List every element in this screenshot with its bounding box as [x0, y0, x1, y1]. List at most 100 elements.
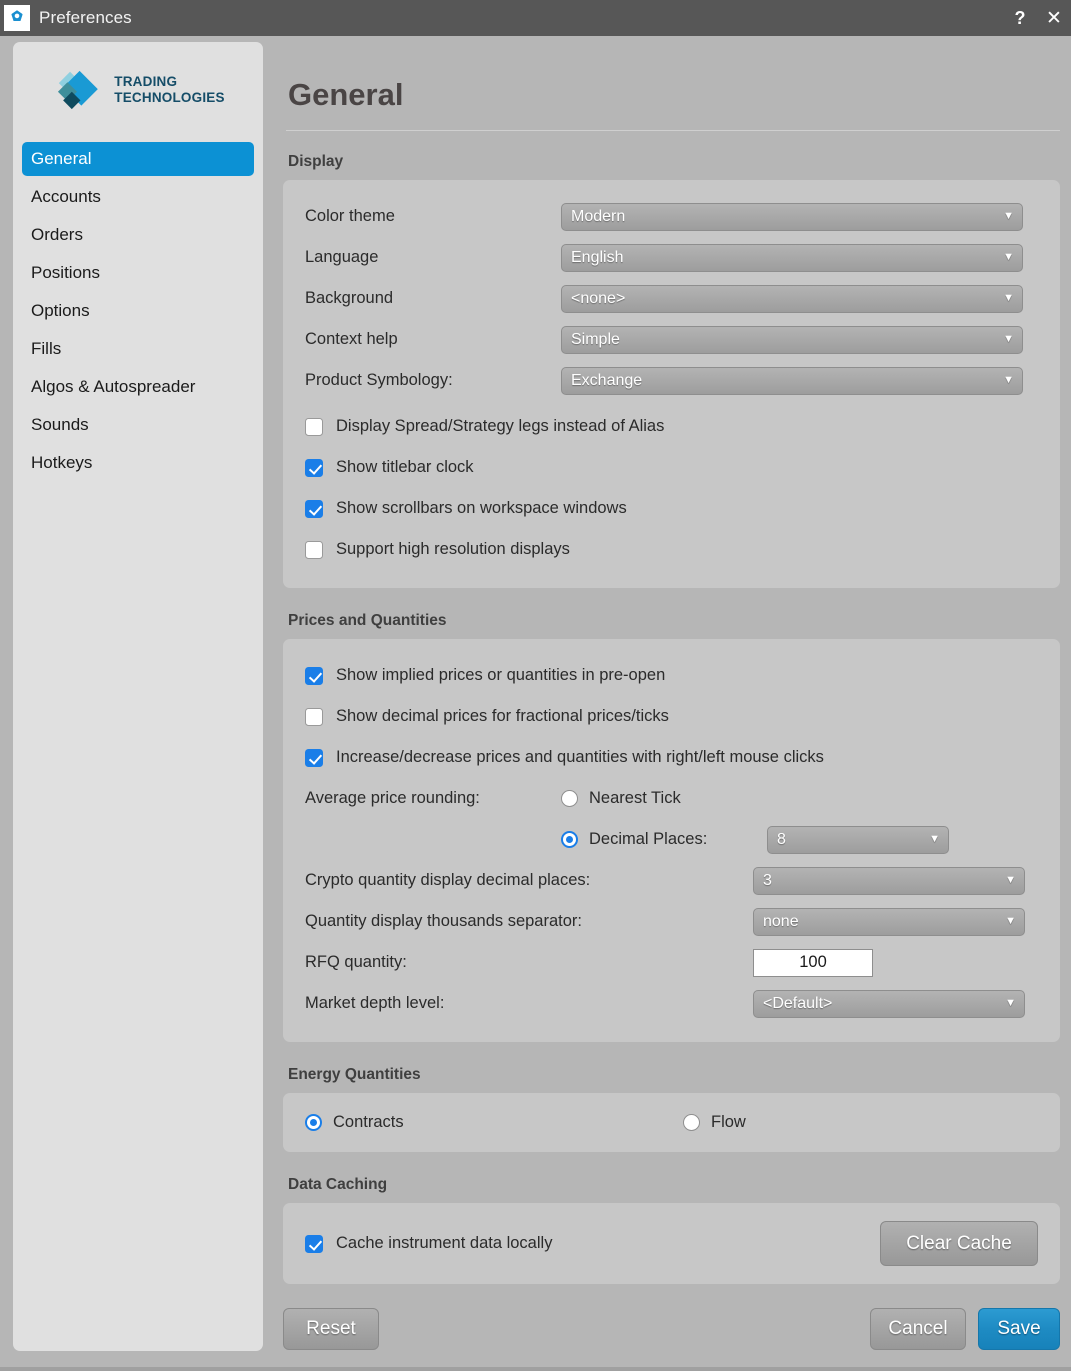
help-button[interactable]: ?: [1003, 0, 1037, 36]
sidebar-item-hotkeys[interactable]: Hotkeys: [22, 446, 254, 480]
radio-box[interactable]: [561, 831, 578, 848]
sidebar-item-options[interactable]: Options: [22, 294, 254, 328]
field-thousands-separator: Quantity display thousands separator: no…: [305, 901, 1038, 942]
checkbox-display-spread-legs[interactable]: Display Spread/Strategy legs instead of …: [305, 406, 1038, 447]
sidebar-item-label: Algos & Autospreader: [31, 377, 196, 396]
chevron-down-icon: ▼: [929, 833, 940, 845]
radio-label: Nearest Tick: [589, 789, 681, 807]
panel-display: Color theme Modern ▼ Language English ▼ …: [283, 180, 1060, 588]
field-language: Language English ▼: [305, 237, 1038, 278]
field-label: Average price rounding:: [305, 789, 480, 807]
radio-box[interactable]: [561, 790, 578, 807]
market-depth-level-dropdown[interactable]: <Default> ▼: [753, 989, 1025, 1018]
sidebar-item-orders[interactable]: Orders: [22, 218, 254, 252]
sidebar-item-label: Fills: [31, 339, 62, 358]
checkbox-high-resolution[interactable]: Support high resolution displays: [305, 529, 1038, 570]
sidebar-item-label: Sounds: [31, 415, 89, 434]
checkbox-box[interactable]: [305, 666, 323, 685]
field-rfq-quantity: RFQ quantity: 100: [305, 942, 1038, 983]
app-gear-icon: [4, 5, 30, 31]
checkbox-show-titlebar-clock[interactable]: Show titlebar clock: [305, 447, 1038, 488]
thousands-separator-dropdown[interactable]: none ▼: [753, 907, 1025, 936]
color-theme-dropdown[interactable]: Modern ▼: [561, 202, 1023, 231]
radio-box[interactable]: [305, 1114, 322, 1131]
product-symbology-dropdown[interactable]: Exchange ▼: [561, 366, 1023, 395]
save-button[interactable]: Save: [978, 1308, 1060, 1350]
dropdown-value: none: [763, 912, 799, 930]
dropdown-value: <Default>: [763, 994, 833, 1012]
checkbox-box[interactable]: [305, 417, 323, 436]
radio-nearest-tick[interactable]: Nearest Tick: [561, 789, 681, 808]
dropdown-value: Simple: [571, 330, 620, 348]
checkbox-show-implied-prices[interactable]: Show implied prices or quantities in pre…: [305, 655, 1038, 696]
panel-prices-quantities: Show implied prices or quantities in pre…: [283, 639, 1060, 1042]
checkbox-box[interactable]: [305, 707, 323, 726]
radio-label: Contracts: [333, 1113, 404, 1131]
language-dropdown[interactable]: English ▼: [561, 243, 1023, 272]
sidebar-item-algos[interactable]: Algos & Autospreader: [22, 370, 254, 404]
checkbox-show-decimal-prices[interactable]: Show decimal prices for fractional price…: [305, 696, 1038, 737]
checkbox-label: Display Spread/Strategy legs instead of …: [336, 417, 665, 435]
sidebar-item-general[interactable]: General: [22, 142, 254, 176]
checkbox-cache-instrument-data[interactable]: Cache instrument data locally: [305, 1223, 552, 1264]
field-label: Context help: [305, 330, 398, 348]
section-heading-caching: Data Caching: [288, 1176, 388, 1193]
checkbox-label: Increase/decrease prices and quantities …: [336, 748, 824, 766]
panel-energy-quantities: Contracts Flow: [283, 1093, 1060, 1152]
radio-label: Flow: [711, 1113, 746, 1131]
checkbox-box[interactable]: [305, 1234, 323, 1253]
crypto-decimal-places-dropdown[interactable]: 3 ▼: [753, 866, 1025, 895]
trading-technologies-logo-icon: [58, 70, 99, 110]
chevron-down-icon: ▼: [1003, 374, 1014, 386]
clear-cache-button[interactable]: Clear Cache: [880, 1221, 1038, 1266]
sidebar-item-positions[interactable]: Positions: [22, 256, 254, 290]
rfq-quantity-input[interactable]: 100: [753, 948, 873, 977]
sidebar-item-label: Options: [31, 301, 90, 320]
checkbox-label: Show scrollbars on workspace windows: [336, 499, 627, 517]
sidebar-item-label: Accounts: [31, 187, 101, 206]
sidebar-item-accounts[interactable]: Accounts: [22, 180, 254, 214]
brand-logo: TRADING TECHNOLOGIES: [13, 42, 263, 142]
field-product-symbology: Product Symbology: Exchange ▼: [305, 360, 1038, 401]
field-crypto-decimal-places: Crypto quantity display decimal places: …: [305, 860, 1038, 901]
decimal-places-dropdown[interactable]: 8 ▼: [767, 825, 949, 854]
chevron-down-icon: ▼: [1003, 292, 1014, 304]
sidebar-item-label: General: [31, 149, 92, 168]
cancel-button[interactable]: Cancel: [870, 1308, 966, 1350]
checkbox-box[interactable]: [305, 458, 323, 477]
radio-decimal-places[interactable]: Decimal Places:: [561, 830, 767, 849]
brand-line-2: TECHNOLOGIES: [114, 90, 225, 105]
checkbox-show-scrollbars[interactable]: Show scrollbars on workspace windows: [305, 488, 1038, 529]
chevron-down-icon: ▼: [1003, 210, 1014, 222]
reset-button[interactable]: Reset: [283, 1308, 379, 1350]
window-body: TRADING TECHNOLOGIES General Accounts Or…: [0, 36, 1071, 1371]
radio-label: Decimal Places:: [589, 830, 708, 848]
checkbox-box[interactable]: [305, 499, 323, 518]
checkbox-label: Support high resolution displays: [336, 540, 570, 558]
close-icon[interactable]: ✕: [1037, 0, 1071, 36]
field-label: Market depth level:: [305, 994, 445, 1012]
checkbox-box[interactable]: [305, 540, 323, 559]
window-titlebar: Preferences ? ✕: [0, 0, 1071, 36]
radio-flow[interactable]: Flow: [683, 1113, 746, 1132]
chevron-down-icon: ▼: [1003, 333, 1014, 345]
content-pane: General Display Color theme Modern ▼ Lan…: [275, 36, 1071, 1367]
sidebar-item-fills[interactable]: Fills: [22, 332, 254, 366]
field-average-price-rounding: Average price rounding: Nearest Tick: [305, 778, 1038, 819]
checkbox-increase-decrease-mouse[interactable]: Increase/decrease prices and quantities …: [305, 737, 1038, 778]
field-label: RFQ quantity:: [305, 953, 407, 971]
section-heading-prices: Prices and Quantities: [288, 612, 447, 629]
radio-box[interactable]: [683, 1114, 700, 1131]
window-controls: ? ✕: [1003, 0, 1071, 36]
sidebar-item-sounds[interactable]: Sounds: [22, 408, 254, 442]
field-label: Quantity display thousands separator:: [305, 912, 582, 930]
checkbox-box[interactable]: [305, 748, 323, 767]
dropdown-value: Modern: [571, 207, 626, 225]
sidebar: TRADING TECHNOLOGIES General Accounts Or…: [13, 42, 263, 1351]
background-dropdown[interactable]: <none> ▼: [561, 284, 1023, 313]
field-label: Color theme: [305, 207, 395, 225]
dropdown-value: 3: [763, 871, 772, 889]
field-label: Language: [305, 248, 379, 266]
radio-contracts[interactable]: Contracts: [305, 1113, 683, 1132]
context-help-dropdown[interactable]: Simple ▼: [561, 325, 1023, 354]
